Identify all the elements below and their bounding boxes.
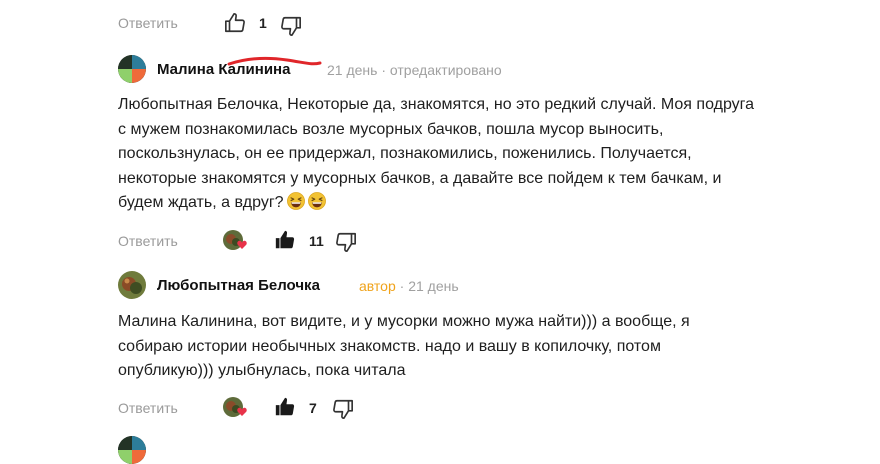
grinning-squint-emoji-icon bbox=[307, 192, 326, 210]
comment-meta: автор · 21 день bbox=[359, 278, 459, 294]
likes-count-top: 1 bbox=[259, 15, 267, 31]
comment-text: Малина Калинина, вот видите, и у мусорки… bbox=[118, 313, 690, 379]
comment-date: 21 день · отредактировано bbox=[327, 62, 502, 78]
red-scribble-mark bbox=[227, 56, 322, 66]
avatar-malina[interactable] bbox=[118, 55, 146, 83]
thumbs-up-filled-icon[interactable] bbox=[274, 229, 296, 251]
thumbs-down-outline-icon[interactable] bbox=[332, 398, 354, 420]
grinning-squint-emoji-icon bbox=[286, 192, 305, 210]
heart-icon bbox=[237, 240, 247, 249]
avatar-belochka[interactable] bbox=[118, 271, 146, 299]
avatar-next-comment[interactable] bbox=[118, 436, 146, 464]
thumbs-down-outline-icon[interactable] bbox=[280, 15, 302, 37]
thumbs-down-outline-icon[interactable] bbox=[335, 231, 357, 253]
thumbs-up-outline-icon[interactable] bbox=[224, 12, 246, 34]
thumbs-up-filled-icon[interactable] bbox=[274, 396, 296, 418]
reply-link[interactable]: Ответить bbox=[118, 400, 178, 416]
comment-text: Любопытная Белочка, Некоторые да, знаком… bbox=[118, 96, 755, 211]
reply-link[interactable]: Ответить bbox=[118, 233, 178, 249]
likes-count: 7 bbox=[309, 400, 317, 416]
author-badge: автор bbox=[359, 278, 396, 294]
reply-link-top[interactable]: Ответить bbox=[118, 15, 178, 31]
heart-icon bbox=[237, 407, 247, 416]
comment-author-name[interactable]: Любопытная Белочка bbox=[157, 277, 320, 294]
likes-count: 11 bbox=[309, 233, 324, 249]
